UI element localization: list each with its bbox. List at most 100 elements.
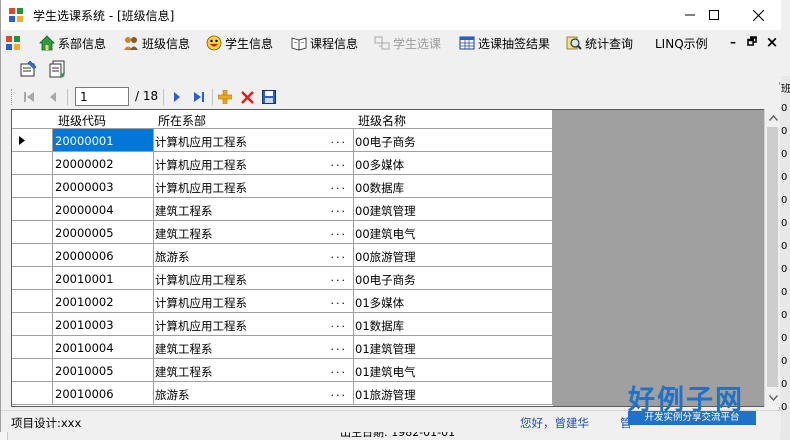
title-bar[interactable]: 学生选课系统 - [班级信息] [1,0,781,30]
cell-department[interactable]: 计算机应用工程系... [153,152,354,175]
column-header-department[interactable]: 所在系部 [153,110,354,129]
lookup-ellipsis-button[interactable]: ... [331,133,348,146]
lookup-ellipsis-button[interactable]: ... [331,248,348,261]
row-header[interactable] [12,129,53,152]
mdi-close-button[interactable]: × [764,33,780,51]
row-header[interactable] [12,313,53,336]
menu-item-course[interactable]: 课程信息 [291,33,358,53]
move-first-button[interactable] [19,87,39,107]
add-new-button[interactable] [215,87,235,107]
cell-class-name[interactable]: 01建筑电气 [353,359,553,382]
cell-class-code[interactable]: 20010001 [53,267,154,290]
cell-class-code[interactable]: 20010002 [53,290,154,313]
column-header-class-name[interactable]: 班级名称 [353,110,553,129]
lookup-ellipsis-button[interactable]: ... [331,340,348,353]
menu-item-statistics[interactable]: 统计查询 [566,33,633,53]
scroll-thumb[interactable] [767,127,778,387]
row-header[interactable] [12,336,53,359]
cell-department[interactable]: 计算机应用工程系... [153,175,354,198]
row-header[interactable] [12,267,53,290]
move-next-button[interactable] [167,87,187,107]
move-first-icon [24,92,34,102]
menu-item-student[interactable]: 学生信息 [206,33,273,53]
data-grid[interactable]: 班级代码 所在系部 班级名称 20000001 计算机应用工程系... 00电子商务… [11,109,780,407]
cell-class-name[interactable]: 00多媒体 [353,152,553,175]
row-header[interactable] [12,221,53,244]
scroll-down-button[interactable] [765,389,781,406]
cell-class-code[interactable]: 20010003 [53,313,154,336]
scroll-up-button[interactable] [765,109,781,126]
vertical-scrollbar[interactable] [764,109,780,407]
close-button[interactable] [735,0,781,30]
cell-department[interactable]: 旅游系... [153,382,354,405]
row-header[interactable] [12,198,53,221]
cell-class-code[interactable]: 20010006 [53,382,154,405]
cell-department[interactable]: 建筑工程系... [153,336,354,359]
move-last-button[interactable] [189,87,209,107]
mdi-minimize-button[interactable]: – [725,34,741,50]
cell-department[interactable]: 建筑工程系... [153,359,354,382]
cell-text: 建筑工程系 [155,204,213,218]
lookup-ellipsis-button[interactable]: ... [331,202,348,215]
cell-class-code[interactable]: 20000003 [53,175,154,198]
copy-pages-icon[interactable] [47,59,67,79]
cell-class-code[interactable]: 20000001 [53,129,154,152]
cell-class-name[interactable]: 01建筑管理 [353,336,553,359]
cell-class-name[interactable]: 01旅游管理 [353,382,553,405]
cell-class-name[interactable]: 00建筑电气 [353,221,553,244]
cell-department[interactable]: 建筑工程系... [153,198,354,221]
column-header-class-code[interactable]: 班级代码 [53,110,154,129]
mdi-restore-button[interactable]: 🗗 [744,34,760,50]
cell-class-code[interactable]: 20000005 [53,221,154,244]
menu-item-class[interactable]: 班级信息 [123,33,190,53]
delete-button[interactable] [237,87,257,107]
menu-bar: 系部信息 班级信息 学生信息 课程信息 学生选课 选课抽签结果 统计查询 LIN… [1,30,781,56]
cell-class-code[interactable]: 20010004 [53,336,154,359]
row-header[interactable] [12,244,53,267]
row-header[interactable] [12,290,53,313]
maximize-button[interactable] [691,0,737,30]
cell-text: 20000002 [55,157,114,171]
cell-class-name[interactable]: 00旅游管理 [353,244,553,267]
menu-item-lottery-result[interactable]: 选课抽签结果 [459,33,550,53]
cell-department[interactable]: 计算机应用工程系... [153,313,354,336]
row-header[interactable] [12,152,53,175]
move-previous-button[interactable] [43,87,63,107]
lookup-ellipsis-button[interactable]: ... [331,225,348,238]
cell-class-code[interactable]: 20000006 [53,244,154,267]
menu-item-label: 课程信息 [310,36,359,51]
cell-class-name[interactable]: 00电子商务 [353,267,553,290]
row-header[interactable] [12,359,53,382]
cell-department[interactable]: 旅游系... [153,244,354,267]
cell-class-name[interactable]: 00数据库 [353,175,553,198]
cell-class-code[interactable]: 20000004 [53,198,154,221]
menu-item-linq[interactable]: LINQ示例 [655,33,708,53]
cell-class-name[interactable]: 01数据库 [353,313,553,336]
lookup-ellipsis-button[interactable]: ... [331,363,348,376]
cell-class-name[interactable]: 00电子商务 [353,129,553,152]
cell-class-name[interactable]: 01多媒体 [353,290,553,313]
cell-department[interactable]: 计算机应用工程系... [153,267,354,290]
grid-corner-header[interactable] [12,110,54,129]
edit-form-icon[interactable] [19,59,39,79]
lookup-ellipsis-button[interactable]: ... [331,156,348,169]
cell-class-code[interactable]: 20010005 [53,359,154,382]
row-header[interactable] [12,175,53,198]
menu-item-course-selection[interactable]: 学生选课 [374,33,441,53]
lookup-ellipsis-button[interactable]: ... [331,179,348,192]
lookup-ellipsis-button[interactable]: ... [331,294,348,307]
cell-class-name[interactable]: 00建筑管理 [353,198,553,221]
cell-department[interactable]: 计算机应用工程系... [153,290,354,313]
cell-text: 01建筑管理 [355,342,416,356]
row-header[interactable] [12,382,53,405]
menu-item-department[interactable]: 系部信息 [39,33,106,53]
save-button[interactable] [259,87,279,107]
toolbar-grip[interactable] [11,89,14,105]
cell-class-code[interactable]: 20000002 [53,152,154,175]
lookup-ellipsis-button[interactable]: ... [331,317,348,330]
cell-department[interactable]: 建筑工程系... [153,221,354,244]
position-textbox[interactable]: 1 [75,87,129,106]
lookup-ellipsis-button[interactable]: ... [331,271,348,284]
lookup-ellipsis-button[interactable]: ... [331,386,348,399]
cell-department[interactable]: 计算机应用工程系... [153,129,354,152]
